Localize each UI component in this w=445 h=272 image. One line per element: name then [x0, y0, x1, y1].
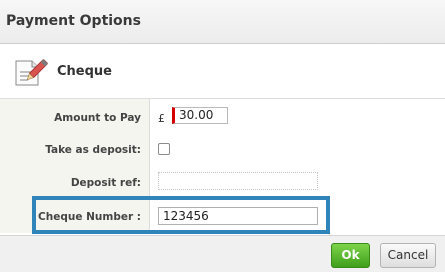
dialog-titlebar: Payment Options: [0, 0, 445, 44]
amount-input[interactable]: 30.00: [172, 107, 228, 124]
payment-method-header: Cheque: [0, 44, 445, 99]
cancel-button[interactable]: Cancel: [380, 243, 436, 268]
dialog-title: Payment Options: [6, 13, 141, 29]
ok-button[interactable]: Ok: [331, 243, 370, 268]
amount-label: Amount to Pay: [54, 112, 141, 124]
currency-symbol: £: [158, 112, 165, 125]
take-as-deposit-checkbox[interactable]: [158, 143, 170, 155]
payment-method-label: Cheque: [57, 64, 112, 79]
deposit-ref-label: Deposit ref:: [70, 177, 141, 189]
dialog-footer: Ok Cancel: [0, 235, 445, 272]
payment-options-dialog: Payment Options Cheque Amount to Pay £ 3…: [0, 0, 445, 272]
deposit-label: Take as deposit:: [45, 144, 141, 156]
deposit-ref-input[interactable]: [158, 172, 318, 190]
cheque-number-highlight: [32, 196, 330, 234]
cheque-document-pen-icon: [10, 55, 50, 89]
